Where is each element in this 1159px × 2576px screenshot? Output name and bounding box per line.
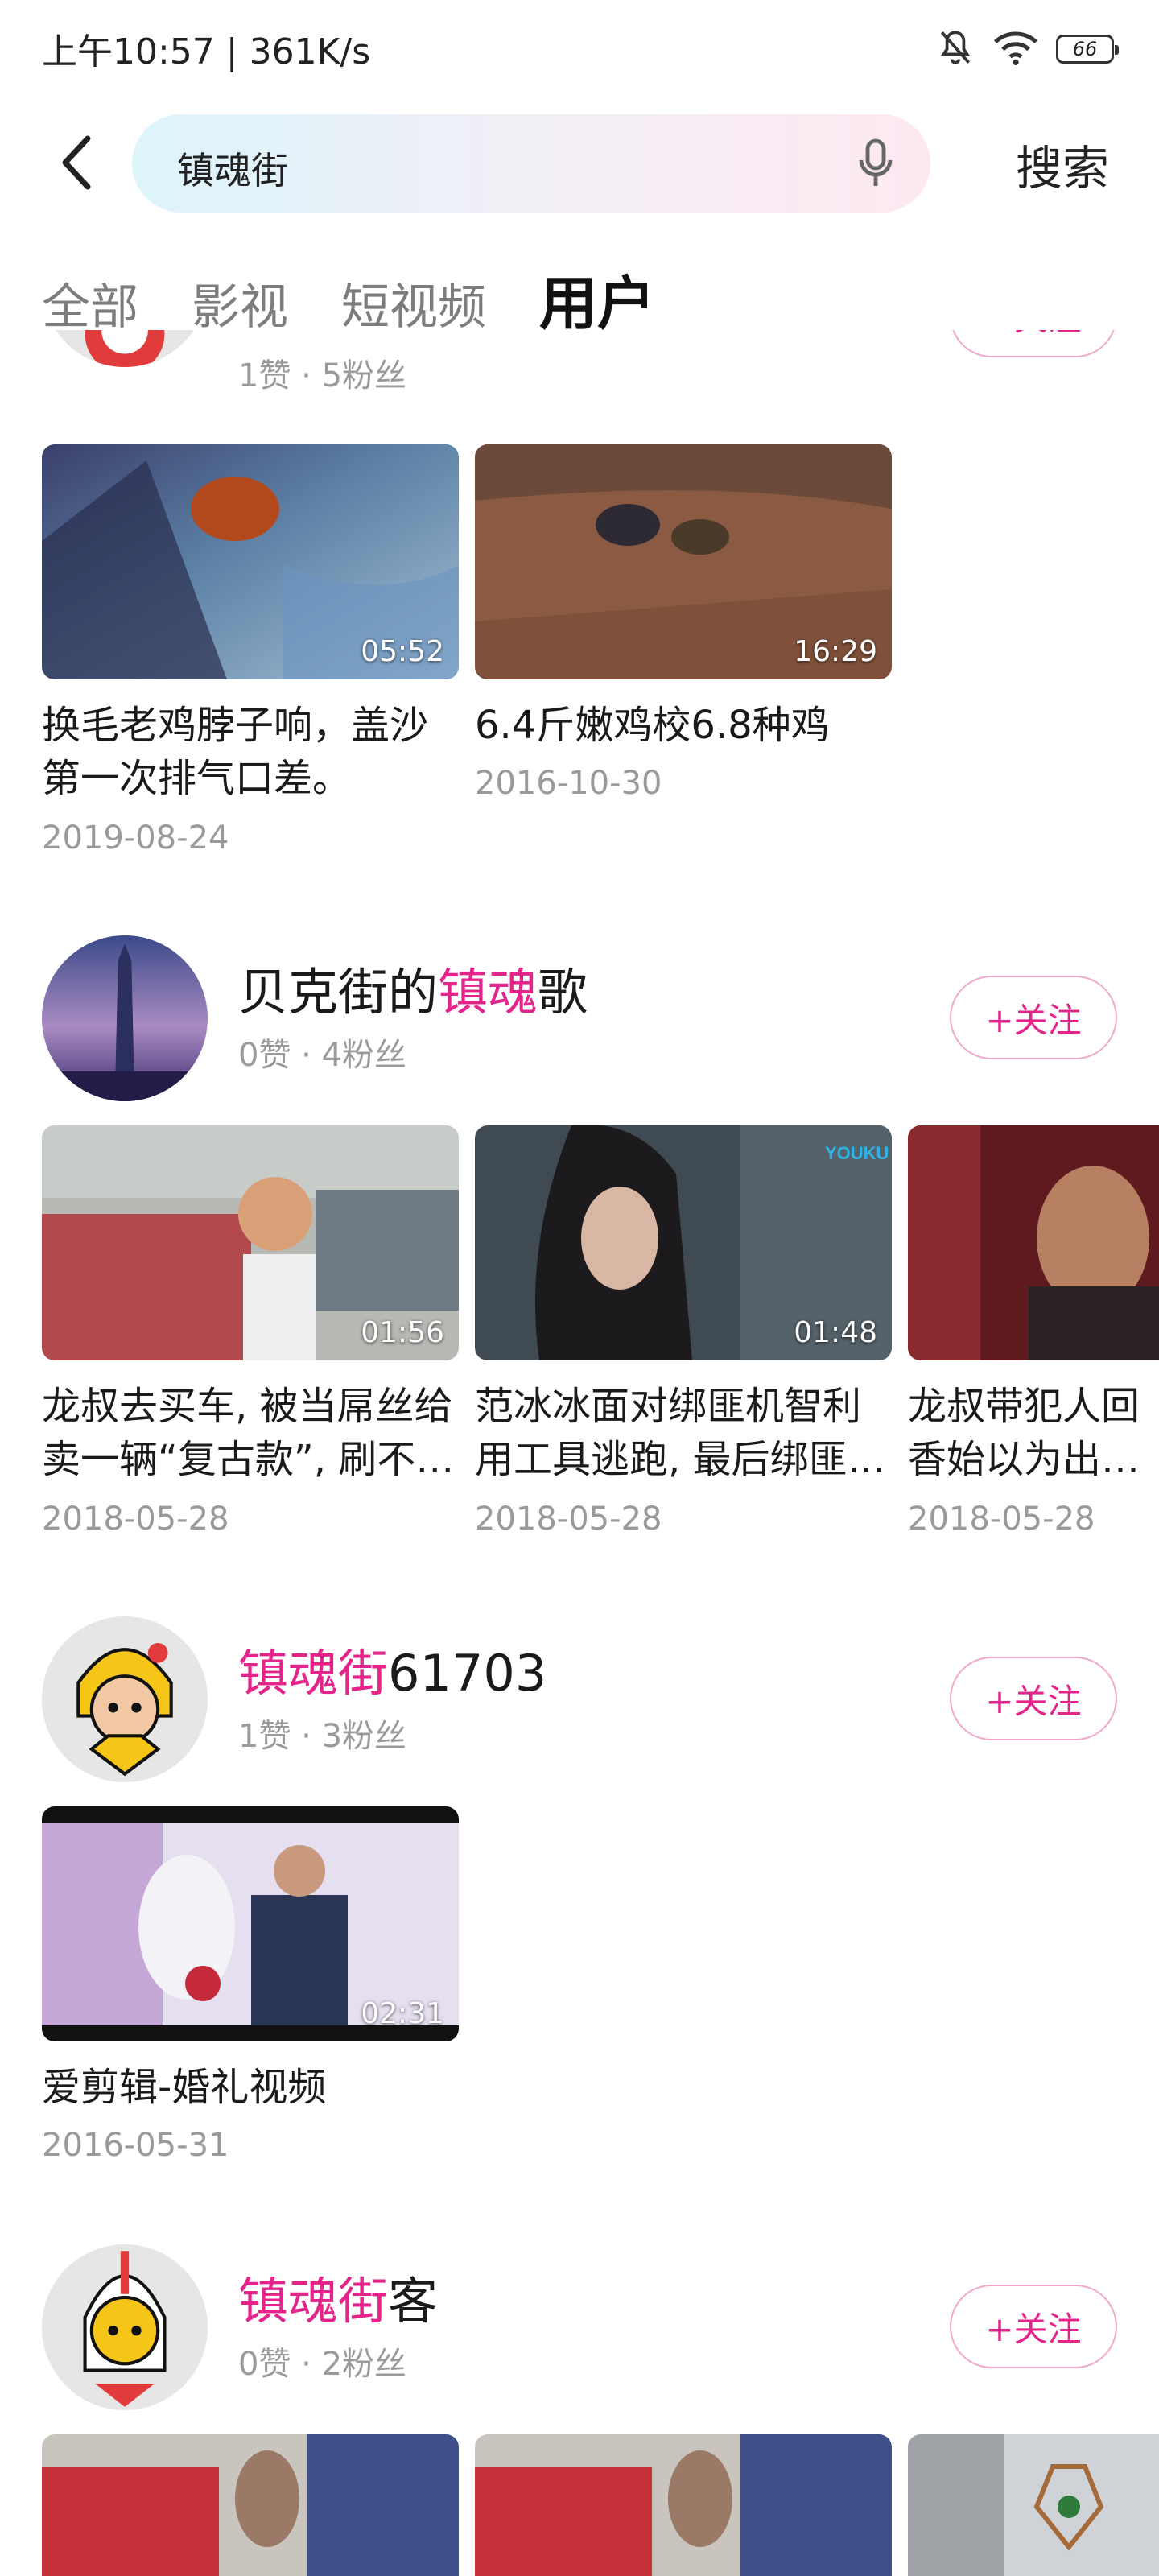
status-time: 上午10:57 | 361K/s [42,31,371,72]
street-image [475,2434,892,2576]
user-name-suffix: 歌 [538,963,588,1022]
search-button[interactable]: 搜索 [1016,130,1109,198]
user-name-highlight: 镇魂街 [238,1644,389,1703]
video-duration: 02:31 [361,1997,444,2030]
user-name-highlight: 镇魂 [438,963,538,1022]
video-title[interactable]: 龙叔去买车, 被当屌丝给卖一辆“复古款”, 刷不… [42,1380,464,1486]
video-title[interactable]: 换毛老鸡脖子响，盖沙第一次排气口差。 [42,699,464,805]
tab-users[interactable]: 用户 [539,256,655,341]
avatar[interactable] [42,2244,208,2410]
video-title[interactable]: 龙叔带犯人回香始以为出行高端 [908,1380,1159,1486]
avatar[interactable] [42,330,208,367]
user-name[interactable]: 贝克街的镇魂歌 [238,952,588,1024]
video-duration: 01:48 [794,1316,877,1349]
battery-icon: 66 [1056,35,1119,64]
user-result-list: 1赞 · 5粉丝 +关注 05:52 换毛老鸡脖子响，盖沙第一次排气口差。 20… [0,330,1159,2576]
user-name[interactable]: 镇魂街客 [238,2260,438,2333]
video-title[interactable]: 范冰冰面对绑匪机智利用工具逃跑, 最后绑匪… [475,1380,897,1486]
tab-film[interactable]: 影视 [192,268,288,338]
user-name-suffix: 客 [388,2272,439,2330]
user-stats: 1赞 · 3粉丝 [238,1718,407,1755]
back-arrow-icon [62,135,91,190]
follow-button[interactable]: +关注 [950,976,1117,1059]
follow-button[interactable]: +关注 [950,1657,1117,1740]
video-thumbnail[interactable]: 05:52 [42,444,459,679]
search-box[interactable]: 镇魂街 [132,114,930,213]
video-thumbnail[interactable]: 02:31 [42,1806,459,2041]
video-thumbnail[interactable]: 16:29 [475,444,892,679]
user-stats: 1赞 · 5粉丝 [238,357,407,394]
svg-text:YOUKU: YOUKU [825,1143,889,1163]
video-thumbnail[interactable]: 01:56 [42,1125,459,1360]
tab-bar: 全部 影视 短视频 用户 [42,256,655,341]
video-thumbnail[interactable]: YOUKU 01:48 [475,1125,892,1360]
back-button[interactable] [48,130,105,195]
follow-button[interactable]: +关注 [950,330,1117,357]
user-name-highlight: 镇魂街 [238,2272,389,2330]
video-thumbnail[interactable] [475,2434,892,2576]
user-stats: 0赞 · 2粉丝 [238,2346,407,2383]
video-date: 2018-05-28 [42,1501,229,1538]
video-duration: 16:29 [794,635,877,668]
avatar[interactable] [42,1616,208,1782]
video-date: 2016-05-31 [42,2127,229,2164]
video-thumbnail[interactable] [908,2434,1159,2576]
search-input[interactable]: 镇魂街 [177,142,288,195]
tab-all[interactable]: 全部 [42,268,138,338]
status-icons: 66 [935,27,1119,71]
video-date: 2019-08-24 [42,819,229,857]
video-thumbnail[interactable] [908,1125,1159,1360]
man-eating-image [908,1125,1159,1360]
video-date: 2018-05-28 [475,1501,662,1538]
video-duration: 05:52 [361,635,444,668]
mute-icon [935,27,975,71]
user-stats: 0赞 · 4粉丝 [238,1037,407,1074]
street-image [42,2434,459,2576]
video-duration: 01:56 [361,1316,444,1349]
avatar[interactable] [42,935,208,1101]
follow-button[interactable]: +关注 [950,2285,1117,2368]
video-date: 2016-10-30 [475,765,662,802]
wifi-icon [993,29,1038,69]
microphone-icon[interactable] [852,135,900,192]
user-name-prefix: 贝克街的 [238,963,439,1022]
video-date: 2018-05-28 [908,1501,1095,1538]
battery-level: 66 [1072,38,1098,60]
jewelry-image [908,2434,1159,2576]
video-thumbnail[interactable] [42,2434,459,2576]
user-name[interactable]: 镇魂街61703 [238,1633,547,1705]
tab-short-video[interactable]: 短视频 [341,268,486,338]
user-name-suffix: 61703 [388,1644,547,1703]
